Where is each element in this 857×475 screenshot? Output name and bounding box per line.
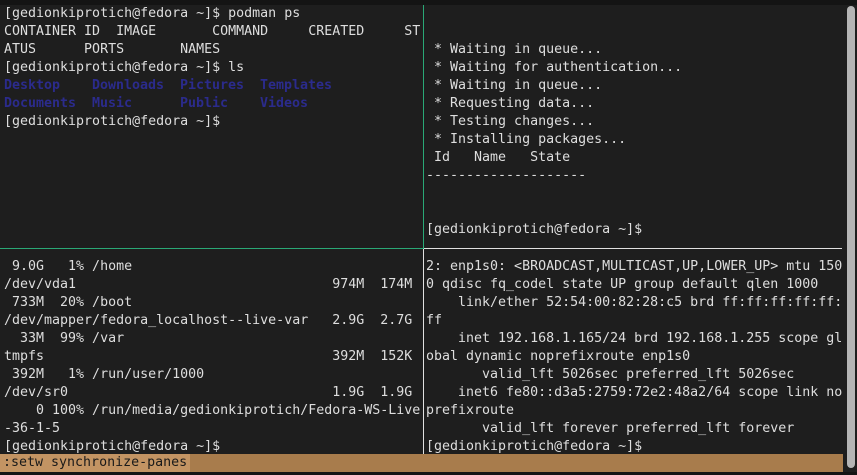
directory-entry: Videos [260, 96, 309, 111]
terminal-line: -------------------- [426, 168, 587, 183]
directory-entry: Music [92, 96, 133, 111]
terminal-line: /dev/mapper/fedora_localhost--live-var 2… [4, 313, 413, 328]
terminal-line: valid_lft forever preferred_lft forever [426, 421, 795, 436]
directory-entry: Desktop [4, 78, 61, 93]
terminal-line: Id Name State [426, 150, 571, 165]
shell-prompt: [gedionkiprotich@fedora ~]$ [4, 114, 221, 129]
terminal-line: ff [426, 313, 443, 328]
terminal-line: 0 100% /run/media/gedionkiprotich/Fedora… [4, 403, 421, 418]
shell-prompt: [gedionkiprotich@fedora ~]$ [426, 222, 643, 237]
terminal-line: * Requesting data... [426, 96, 595, 111]
terminal-line: ATUS PORTS NAMES [4, 42, 221, 57]
terminal-line: prefixroute [426, 403, 515, 418]
pane-bottom-right[interactable]: 2: enp1s0: <BROADCAST,MULTICAST,UP,LOWER… [426, 258, 842, 456]
terminal-line: inet 192.168.1.165/24 brd 192.168.1.255 … [426, 331, 843, 346]
directory-entry: Pictures [180, 78, 245, 93]
terminal-line: * Waiting for authentication... [426, 60, 683, 75]
pane-top-left[interactable]: [gedionkiprotich@fedora ~]$ podman ps CO… [4, 5, 422, 131]
directory-entry: Documents [4, 96, 77, 111]
terminal-line: tmpfs 392M 152K [4, 349, 413, 364]
terminal-line: /dev/sr0 1.9G 1.9G [4, 385, 413, 400]
ls-output-row: Desktop Downloads Pictures Templates [4, 77, 422, 95]
terminal-line: 733M 20% /boot [4, 295, 133, 310]
directory-entry: Templates [260, 78, 333, 93]
terminal-line: 2: enp1s0: <BROADCAST,MULTICAST,UP,LOWER… [426, 259, 843, 274]
terminal-line: * Installing packages... [426, 132, 627, 147]
terminal-line: 0 qdisc fq_codel state UP group default … [426, 277, 819, 292]
terminal-line: * Waiting in queue... [426, 78, 603, 93]
terminal-line: [gedionkiprotich@fedora ~]$ podman ps [4, 6, 301, 21]
terminal-line: /dev/vda1 974M 174M [4, 277, 413, 292]
pane-divider-vertical-active[interactable] [423, 249, 424, 454]
terminal-line: valid_lft 5026sec preferred_lft 5026sec [426, 367, 795, 382]
pane-divider-horizontal[interactable] [0, 248, 423, 249]
directory-entry: Downloads [92, 78, 165, 93]
terminal-line: * Waiting in queue... [426, 42, 603, 57]
command-prompt-input[interactable]: :setw synchronize-panes [0, 454, 191, 472]
terminal-line: 9.0G 1% /home [4, 259, 133, 274]
pane-bottom-left[interactable]: 9.0G 1% /home/dev/vda1 974M 174M 733M 20… [4, 258, 422, 456]
terminal-line: * Testing changes... [426, 114, 595, 129]
pane-top-right[interactable]: * Waiting in queue... * Waiting for auth… [426, 5, 842, 239]
terminal-line: 33M 99% /var [4, 331, 125, 346]
command-text: :setw synchronize-panes [3, 455, 188, 470]
terminal-line: link/ether 52:54:00:82:28:c5 brd ff:ff:f… [426, 295, 843, 310]
terminal-line: 392M 1% /run/user/1000 [4, 367, 205, 382]
pane-divider-vertical[interactable] [423, 5, 424, 249]
scrollbar[interactable] [847, 6, 855, 468]
terminal-line: CONTAINER ID IMAGE COMMAND CREATED ST [4, 24, 421, 39]
terminal-line: inet6 fe80::d3a5:2759:72e2:48a2/64 scope… [426, 385, 843, 400]
ls-output-row: Documents Music Public Videos [4, 95, 422, 113]
directory-entry: Public [180, 96, 229, 111]
tmux-status-bar: :setw synchronize-panes [0, 454, 843, 472]
terminal-line: obal dynamic noprefixroute enp1s0 [426, 349, 691, 364]
pane-divider-horizontal-active[interactable] [424, 248, 842, 249]
terminal-line: [gedionkiprotich@fedora ~]$ ls [4, 60, 245, 75]
terminal-line: -36-1-5 [4, 421, 61, 436]
